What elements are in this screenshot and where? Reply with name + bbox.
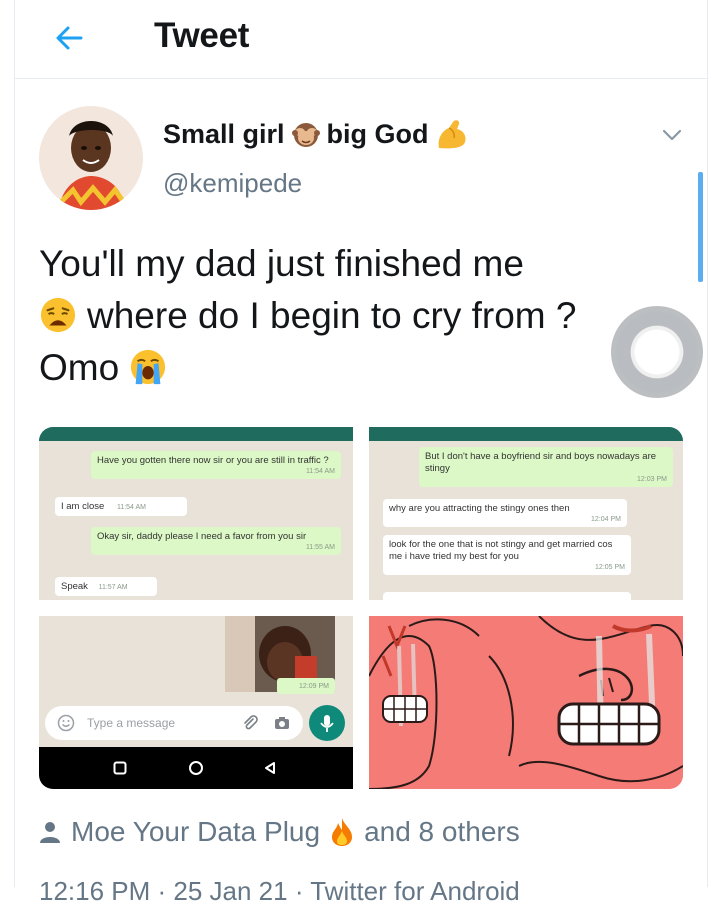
- loudly-crying-face-emoji: [131, 349, 166, 385]
- chat-header-bar: [369, 427, 683, 441]
- mic-icon: [320, 715, 334, 732]
- chat-message-time: 12:09 PM: [299, 683, 329, 690]
- tweet-text-line-1: You'll my dad just finished me: [39, 243, 524, 284]
- tweet-text-line-2-text: where do I begin to cry from ?: [87, 295, 577, 336]
- scrollbar[interactable]: [698, 172, 703, 282]
- chat-message-text: But I don't have a boyfriend sir and boy…: [425, 451, 657, 474]
- chevron-down-icon[interactable]: [659, 122, 685, 148]
- chat-message-text: Okay sir, daddy please I need a favor fr…: [97, 531, 307, 542]
- author-name-suffix: big God: [326, 118, 429, 149]
- crying-wojak-meme: [369, 616, 683, 789]
- fire-emoji: [332, 818, 353, 846]
- chat-message-text: I am close: [61, 501, 105, 512]
- chat-message-time: 12:03 PM: [637, 476, 667, 483]
- emoji-button-icon[interactable]: [57, 714, 75, 732]
- see-no-evil-monkey-emoji: [291, 123, 320, 147]
- chat-message-text: why are you attracting the stingy ones t…: [389, 503, 570, 514]
- chat-header-bar: [39, 427, 353, 441]
- chat-message-time: 12:04 PM: [591, 516, 621, 523]
- chat-message: why are you attracting the stingy ones t…: [383, 499, 627, 527]
- tweet-text-line-3: Omo: [39, 342, 679, 394]
- home-icon[interactable]: [188, 760, 204, 776]
- chat-message-text: Have you gotten there now sir or you are…: [97, 455, 329, 466]
- chat-message-time: 11:54 AM: [116, 504, 146, 511]
- chat-message-time: 11:55 AM: [305, 544, 335, 551]
- tweet-detail-screen: Tweet Small girl big God @kemipede You'l…: [14, 0, 708, 906]
- media-grid: Have you gotten there now sir or you are…: [39, 427, 683, 789]
- top-app-bar: Tweet: [15, 0, 707, 79]
- chat-message-time: 11:54 AM: [305, 468, 335, 475]
- back-arrow-icon[interactable]: [51, 20, 87, 56]
- back-nav-icon[interactable]: [263, 761, 277, 775]
- chat-message-text: Speak: [61, 581, 88, 592]
- person-icon: [40, 822, 60, 843]
- media-image-4[interactable]: [369, 616, 683, 789]
- chat-message: Speak 11:57 AM: [55, 577, 157, 596]
- flexed-biceps-emoji: [438, 120, 466, 149]
- chat-message: I am close 11:54 AM: [55, 497, 187, 516]
- tweet-text: You'll my dad just finished me where do …: [39, 238, 679, 394]
- recent-apps-icon[interactable]: [113, 761, 127, 775]
- weary-face-emoji: [40, 297, 76, 333]
- media-image-3[interactable]: 12:09 PM Type a message: [39, 616, 353, 789]
- android-nav-bar: [39, 747, 353, 789]
- message-input-placeholder: Type a message: [87, 716, 176, 730]
- tweet-text-line-2: where do I begin to cry from ?: [39, 290, 679, 342]
- chat-message-partial: [383, 592, 631, 600]
- chat-message-time: 11:57 AM: [98, 584, 128, 591]
- author-name-text: Small girl: [163, 118, 285, 149]
- avatar-image: [39, 106, 143, 210]
- chat-message: But I don't have a boyfriend sir and boy…: [419, 447, 673, 487]
- chat-message-time: 12:05 PM: [595, 564, 625, 571]
- liker-name[interactable]: Moe Your Data Plug: [71, 816, 320, 848]
- avatar[interactable]: [39, 106, 143, 210]
- liked-by-others[interactable]: and 8 others: [364, 816, 520, 848]
- chat-message: Okay sir, daddy please I need a favor fr…: [91, 527, 341, 555]
- attach-icon[interactable]: [241, 714, 259, 732]
- chat-message-text: look for the one that is not stingy and …: [389, 539, 613, 562]
- page-title: Tweet: [154, 16, 250, 55]
- message-input[interactable]: Type a message: [45, 706, 303, 740]
- author-name[interactable]: Small girl big God: [163, 118, 469, 150]
- camera-icon[interactable]: [273, 714, 291, 732]
- tweet-timestamp-partial: 12:16 PM · 25 Jan 21 · Twitter for Andro…: [39, 876, 520, 906]
- liked-by-row[interactable]: Moe Your Data Plug and 8 others: [39, 816, 520, 848]
- chat-message: Have you gotten there now sir or you are…: [91, 451, 341, 479]
- media-image-1[interactable]: Have you gotten there now sir or you are…: [39, 427, 353, 600]
- author-handle[interactable]: @kemipede: [163, 168, 302, 199]
- media-image-2[interactable]: But I don't have a boyfriend sir and boy…: [369, 427, 683, 600]
- touch-indicator: [611, 306, 703, 398]
- tweet-text-line-3-text: Omo: [39, 347, 120, 388]
- chat-message: look for the one that is not stingy and …: [383, 535, 631, 575]
- mic-button[interactable]: [309, 705, 345, 741]
- chat-photo-time-badge: 12:09 PM: [277, 678, 335, 694]
